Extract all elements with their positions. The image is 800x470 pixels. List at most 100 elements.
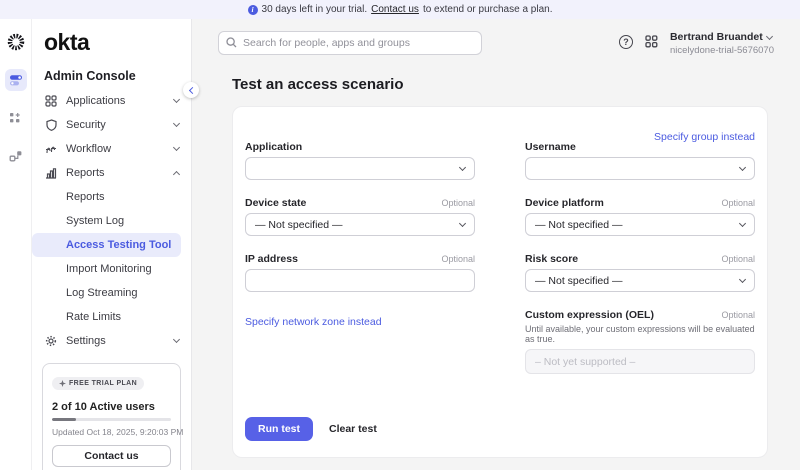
search-icon xyxy=(226,37,237,48)
sidebar-item-label: Reports xyxy=(66,167,105,179)
ip-address-field: IP address Optional xyxy=(245,253,475,292)
form-left-column: Application Device state Optional — Not … xyxy=(245,127,475,391)
search-input[interactable] xyxy=(218,31,482,55)
chevron-down-icon xyxy=(458,163,467,171)
topbar: ? Bertrand Bruandet nicelydone-trial-567… xyxy=(218,31,774,56)
sidebar-item-import-monitoring[interactable]: Import Monitoring xyxy=(32,257,181,281)
device-state-label: Device state xyxy=(245,197,307,209)
apps-grid-icon[interactable] xyxy=(645,35,658,53)
application-select[interactable] xyxy=(245,157,475,180)
sidebar-subitem-label: Import Monitoring xyxy=(66,263,152,275)
trial-progress-bar xyxy=(52,418,171,421)
admin-console-title: Admin Console xyxy=(44,69,136,83)
chevron-down-icon xyxy=(172,119,181,128)
ip-address-input[interactable] xyxy=(245,269,475,292)
okta-spinner-logo[interactable] xyxy=(5,31,27,53)
trial-active-users: 2 of 10 Active users xyxy=(52,401,155,413)
trial-progress-fill xyxy=(52,418,76,421)
optional-tag: Optional xyxy=(721,310,755,320)
sidebar-item-reports-sub[interactable]: Reports xyxy=(32,185,181,209)
sidebar-collapse-button[interactable] xyxy=(183,82,199,98)
trial-contact-link[interactable]: Contact us xyxy=(371,4,419,15)
specify-group-link[interactable]: Specify group instead xyxy=(654,131,755,143)
sidebar-item-reports[interactable]: Reports xyxy=(32,161,191,185)
sidebar-item-applications[interactable]: Applications xyxy=(32,89,191,113)
application-label: Application xyxy=(245,141,303,153)
sidebar-item-system-log[interactable]: System Log xyxy=(32,209,181,233)
trial-banner-text: 30 days left in your trial. xyxy=(261,4,368,15)
admin-console-rail-button[interactable] xyxy=(4,69,27,91)
device-state-value: — Not specified — xyxy=(255,218,343,231)
bar-chart-icon xyxy=(44,167,58,179)
main-content: ? Bertrand Bruandet nicelydone-trial-567… xyxy=(192,19,800,470)
clear-test-button[interactable]: Clear test xyxy=(329,423,377,435)
device-platform-label: Device platform xyxy=(525,197,604,209)
form-actions: Run test Clear test xyxy=(245,417,755,441)
optional-tag: Optional xyxy=(721,198,755,208)
chevron-down-icon xyxy=(172,143,181,152)
chevron-down-icon xyxy=(738,275,747,283)
sidebar-item-label: Settings xyxy=(66,335,106,347)
sidebar-item-workflow[interactable]: Workflow xyxy=(32,137,191,161)
chevron-left-icon xyxy=(188,86,196,94)
risk-score-value: — Not specified — xyxy=(535,274,623,287)
sidebar-item-label: Workflow xyxy=(66,143,112,155)
search-wrap xyxy=(218,31,482,55)
device-platform-value: — Not specified — xyxy=(535,218,623,231)
sidebar-item-access-testing-tool[interactable]: Access Testing Tool xyxy=(32,233,181,257)
trial-plan-badge-label: FREE TRIAL PLAN xyxy=(69,380,138,387)
shield-icon xyxy=(44,119,58,131)
chevron-down-icon xyxy=(738,163,747,171)
optional-tag: Optional xyxy=(441,254,475,264)
toggles-icon xyxy=(9,75,22,86)
workflow-icon xyxy=(44,143,58,155)
trial-plan-card: FREE TRIAL PLAN 2 of 10 Active users Upd… xyxy=(42,363,183,470)
grid-plus-icon xyxy=(10,112,20,122)
sidebar-item-log-streaming[interactable]: Log Streaming xyxy=(32,281,181,305)
custom-expression-helper: Until available, your custom expressions… xyxy=(525,324,755,344)
username-select[interactable] xyxy=(525,157,755,180)
optional-tag: Optional xyxy=(441,198,475,208)
okta-wordmark: okta xyxy=(44,29,90,55)
sidebar-item-settings[interactable]: Settings xyxy=(32,329,191,353)
custom-expression-input: – Not yet supported – xyxy=(525,349,755,374)
page-title: Test an access scenario xyxy=(232,76,404,93)
trial-contact-us-button[interactable]: Contact us xyxy=(52,445,171,467)
sparkle-icon xyxy=(59,380,66,387)
sidebar-nav: Applications Security Workflow Reports R… xyxy=(32,89,191,353)
applications-grid-icon xyxy=(44,95,58,107)
chevron-down-icon xyxy=(765,32,773,40)
icon-rail xyxy=(0,19,32,470)
sidebar-item-rate-limits[interactable]: Rate Limits xyxy=(32,305,181,329)
optional-tag: Optional xyxy=(721,254,755,264)
sidebar-subitem-label: Log Streaming xyxy=(66,287,138,299)
okta-spinner-icon xyxy=(7,33,24,51)
sidebar: okta Admin Console Applications Security xyxy=(32,19,199,470)
chevron-down-icon xyxy=(172,335,181,344)
sidebar-subitem-label: Access Testing Tool xyxy=(66,239,172,251)
risk-score-select[interactable]: — Not specified — xyxy=(525,269,755,292)
sidebar-subitem-label: System Log xyxy=(66,215,125,227)
chevron-down-icon xyxy=(172,95,181,104)
account-org: nicelydone-trial-5676070 xyxy=(669,45,774,56)
custom-expression-field: Custom expression (OEL) Optional Until a… xyxy=(525,309,755,374)
run-test-button[interactable]: Run test xyxy=(245,417,313,441)
form-right-column: Specify group instead Username Device pl… xyxy=(525,127,755,391)
sidebar-item-security[interactable]: Security xyxy=(32,113,191,137)
topbar-right: ? Bertrand Bruandet nicelydone-trial-567… xyxy=(618,31,774,56)
access-scenario-form-card: Application Device state Optional — Not … xyxy=(232,106,768,458)
gear-icon xyxy=(44,335,58,347)
device-platform-select[interactable]: — Not specified — xyxy=(525,213,755,236)
sidebar-subitem-label: Reports xyxy=(66,191,105,203)
trial-plan-badge: FREE TRIAL PLAN xyxy=(52,377,145,390)
specify-network-zone-link[interactable]: Specify network zone instead xyxy=(245,316,382,328)
add-apps-rail-button[interactable] xyxy=(5,107,27,129)
custom-expression-label: Custom expression (OEL) xyxy=(525,309,654,321)
device-state-select[interactable]: — Not specified — xyxy=(245,213,475,236)
username-field: Username xyxy=(525,141,755,180)
account-menu[interactable]: Bertrand Bruandet nicelydone-trial-56760… xyxy=(670,31,774,56)
chevron-down-icon xyxy=(458,219,467,227)
help-icon[interactable]: ? xyxy=(618,35,633,49)
integrations-rail-button[interactable] xyxy=(5,145,27,167)
custom-expression-value: – Not yet supported – xyxy=(535,355,636,368)
